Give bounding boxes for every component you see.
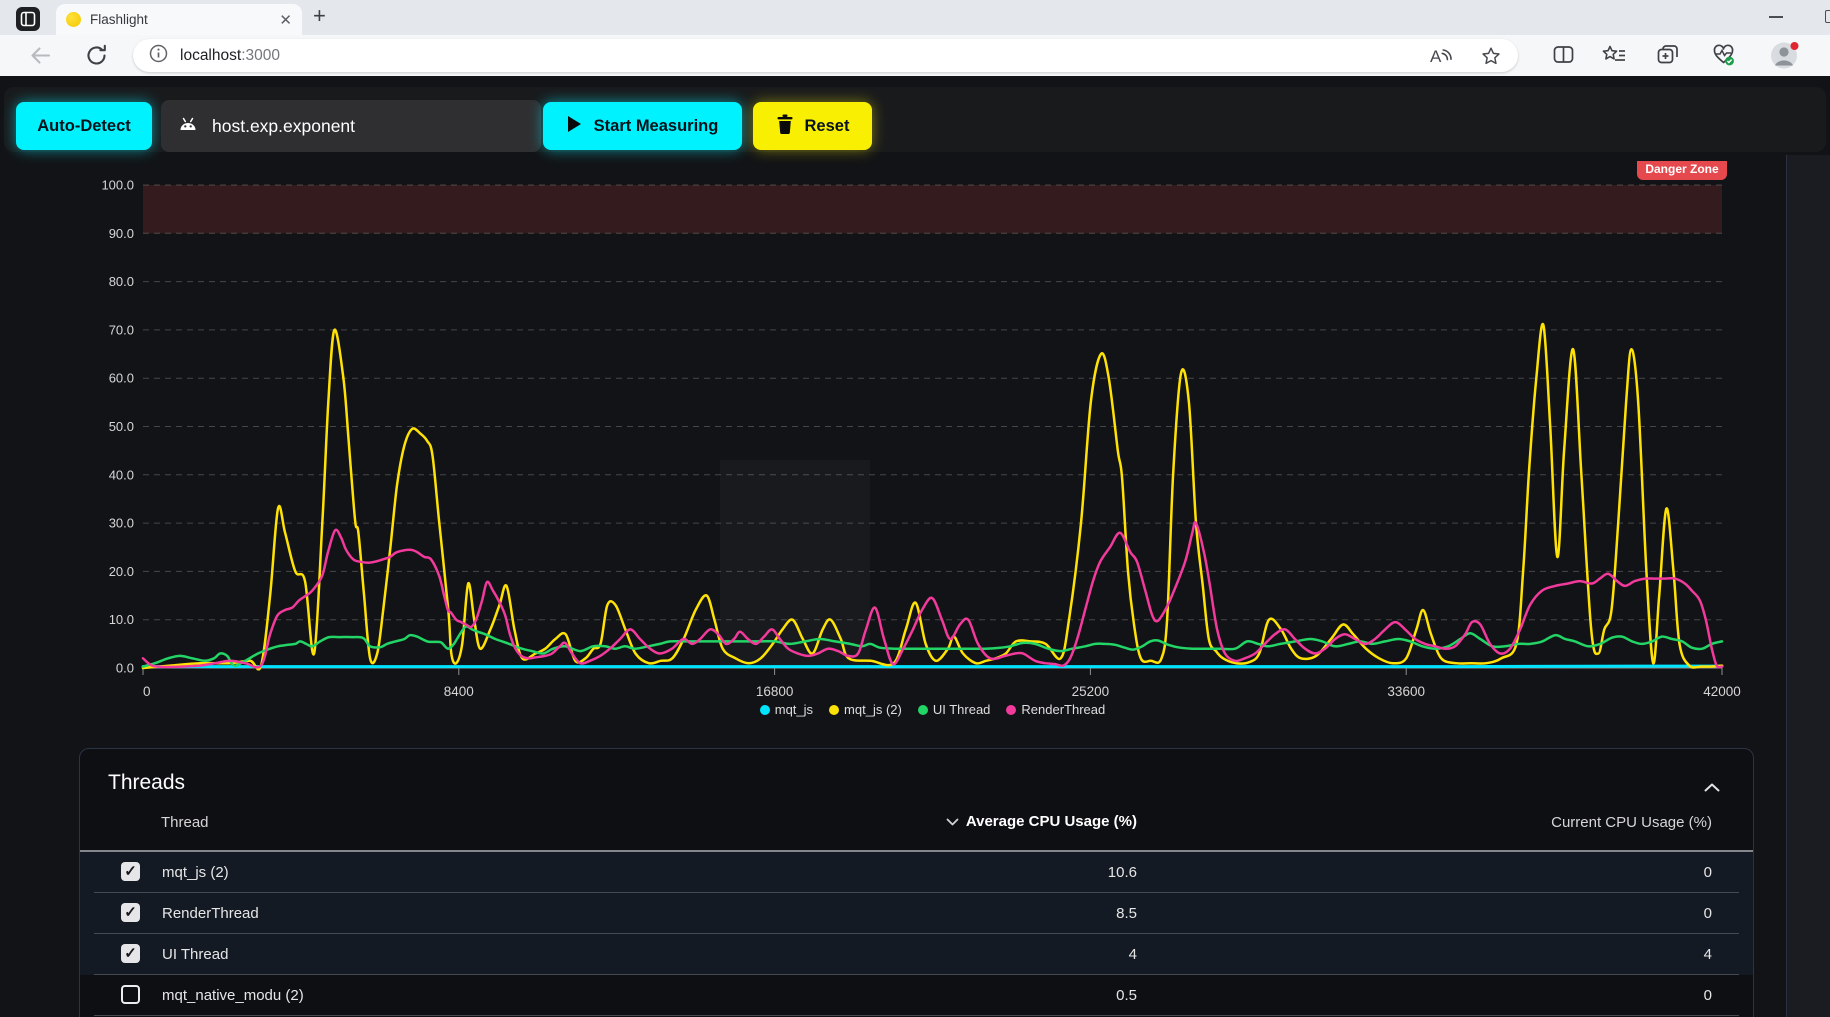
collapse-chevron-icon[interactable] xyxy=(1704,779,1720,797)
x-axis-tick-label: 42000 xyxy=(1703,684,1741,699)
avg-cpu-value: 4 xyxy=(937,934,1137,975)
x-axis-tick-label: 16800 xyxy=(756,684,794,699)
x-axis-tick-label: 25200 xyxy=(1072,684,1110,699)
checkbox-unchecked[interactable] xyxy=(121,985,140,1004)
avg-cpu-value: 0.5 xyxy=(937,975,1137,1016)
y-axis-tick-label: 50.0 xyxy=(109,419,134,434)
table-row[interactable]: ✓ mqt_js (2) 10.6 0 xyxy=(80,852,1753,893)
legend-item: mqt_js xyxy=(760,702,813,717)
legend-item: mqt_js (2) xyxy=(829,702,902,717)
danger-zone-badge: Danger Zone xyxy=(1637,161,1727,180)
y-axis-tick-label: 0.0 xyxy=(116,661,134,676)
x-axis-tick-label: 33600 xyxy=(1387,684,1425,699)
row-divider xyxy=(94,1015,1739,1016)
thread-name: UI Thread xyxy=(162,934,228,975)
x-axis-tick-label: 0 xyxy=(143,684,151,699)
chart-legend: mqt_js mqt_js (2) UI Thread RenderThread xyxy=(143,702,1722,717)
checkbox-checked[interactable]: ✓ xyxy=(121,903,140,922)
legend-dot-icon xyxy=(918,705,928,715)
y-axis-tick-label: 20.0 xyxy=(109,564,134,579)
avg-cpu-value: 8.5 xyxy=(937,893,1137,934)
y-axis-tick-label: 10.0 xyxy=(109,612,134,627)
legend-dot-icon xyxy=(760,705,770,715)
y-axis-tick-label: 90.0 xyxy=(109,226,134,241)
x-axis-tick-label: 8400 xyxy=(444,684,474,699)
y-axis-tick-label: 30.0 xyxy=(109,516,134,531)
table-row[interactable]: ✓ UI Thread 4 4 xyxy=(80,934,1753,975)
series-line-mqt_js xyxy=(143,666,1722,667)
current-cpu-value: 0 xyxy=(1512,975,1712,1016)
y-axis-tick-label: 80.0 xyxy=(109,274,134,289)
legend-item: RenderThread xyxy=(1006,702,1105,717)
threads-panel-title: Threads xyxy=(108,771,185,795)
app-window: Flashlight ✕ + localhost:3000 A xyxy=(0,0,1830,1017)
column-header-current-cpu[interactable]: Current CPU Usage (%) xyxy=(1380,814,1712,831)
y-axis-tick-label: 100.0 xyxy=(101,178,134,193)
thread-name: RenderThread xyxy=(162,893,259,934)
y-axis-tick-label: 40.0 xyxy=(109,467,134,482)
y-axis-tick-label: 60.0 xyxy=(109,371,134,386)
page-scroll-gutter[interactable] xyxy=(1786,155,1830,1017)
legend-item: UI Thread xyxy=(918,702,991,717)
current-cpu-value: 4 xyxy=(1512,934,1712,975)
checkbox-checked[interactable]: ✓ xyxy=(121,862,140,881)
danger-zone-band xyxy=(143,185,1722,233)
column-header-average-cpu[interactable]: Average CPU Usage (%) xyxy=(870,813,1137,830)
column-header-thread[interactable]: Thread xyxy=(161,814,209,831)
current-cpu-value: 0 xyxy=(1512,852,1712,893)
sort-chevron-down-icon xyxy=(946,813,959,830)
avg-cpu-value: 10.6 xyxy=(937,852,1137,893)
threads-panel: Threads Thread Average CPU Usage (%) Cur… xyxy=(79,748,1754,1017)
thread-name: mqt_js (2) xyxy=(162,852,229,893)
y-axis-tick-label: 70.0 xyxy=(109,322,134,337)
thread-name: mqt_native_modu (2) xyxy=(162,975,304,1016)
current-cpu-value: 0 xyxy=(1512,893,1712,934)
legend-dot-icon xyxy=(829,705,839,715)
checkbox-checked[interactable]: ✓ xyxy=(121,944,140,963)
table-row[interactable]: ✓ RenderThread 8.5 0 xyxy=(80,893,1753,934)
legend-dot-icon xyxy=(1006,705,1016,715)
series-line-mqt_js (2) xyxy=(143,324,1722,670)
threads-table-body: ✓ mqt_js (2) 10.6 0 ✓ RenderThread 8.5 0 ✓ UI Thr… xyxy=(80,852,1753,1016)
table-row[interactable]: mqt_native_modu (2) 0.5 0 xyxy=(80,975,1753,1016)
